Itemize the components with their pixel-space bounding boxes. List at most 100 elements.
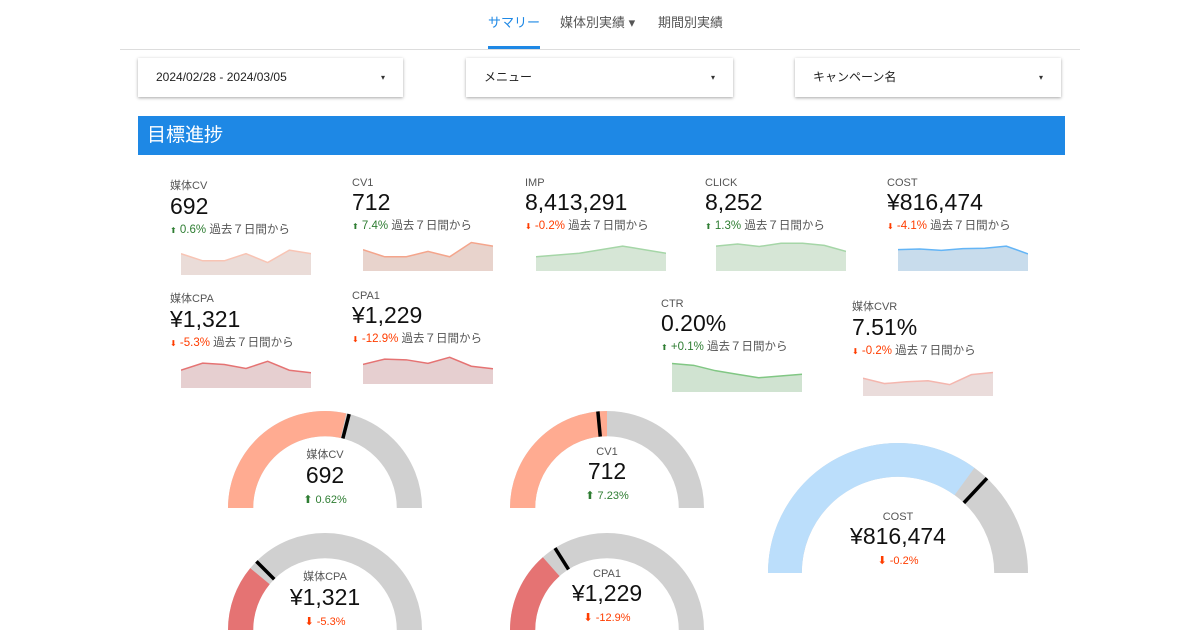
gauge-title: CPA1 <box>593 568 621 580</box>
arrow-down-icon: ⬇ <box>877 555 887 567</box>
kpi-change-value: 0.6% <box>179 224 207 236</box>
gauge-change-value: -12.9% <box>595 612 631 624</box>
campaign-dropdown[interactable]: キャンペーン名 ▾ <box>795 58 1061 97</box>
kpi-period: 過去７日間から <box>213 337 294 349</box>
tab-period-results[interactable]: 期間別実績 <box>658 15 723 49</box>
kpi-change-value: 1.3% <box>714 220 742 232</box>
kpi-change: ⬇ -4.1% 過去７日間から <box>887 217 1057 233</box>
kpi-period: 過去７日間から <box>930 220 1011 232</box>
kpi-value: ¥816,474 <box>887 189 983 215</box>
tab-summary[interactable]: サマリー <box>488 15 541 49</box>
kpi-value: ¥1,229 <box>352 302 423 328</box>
kpi-label: CPA1 <box>352 290 380 302</box>
gauge-label: CPA1 ¥1,229 ⬇ -12.9% <box>507 568 707 624</box>
kpi-label: COST <box>887 177 918 189</box>
gauge-label: CV1 712 ⬆ 7.23% <box>507 446 707 502</box>
divider <box>120 49 1080 50</box>
caret-down-icon: ▾ <box>1038 73 1043 82</box>
kpi-label: 媒体CV <box>170 180 208 192</box>
kpi-value: 7.51% <box>852 314 918 340</box>
kpi-label: 媒体CVR <box>852 301 898 313</box>
gauge-value: ¥1,229 <box>571 580 643 606</box>
kpi-change-value: 7.4% <box>361 220 389 232</box>
kpi-value: 712 <box>352 189 391 215</box>
arrow-down-icon: ⬇ <box>304 616 314 628</box>
arrow-up-icon: ⬆ <box>303 494 313 506</box>
menu-value: メニュー <box>484 70 533 84</box>
gauge-value: ¥816,474 <box>850 523 946 549</box>
kpi-change-value: +0.1% <box>670 341 704 353</box>
sparkline <box>898 245 1028 271</box>
gauge-change-value: -5.3% <box>316 616 346 628</box>
arrow-down-icon: ⬇ <box>852 347 859 356</box>
kpi-card: 媒体CVR 7.51% ⬇ -0.2% 過去７日間から <box>852 298 1022 396</box>
sparkline-area <box>672 363 802 392</box>
gauge-label: COST ¥816,474 ⬇ -0.2% <box>798 511 998 567</box>
gauge-value: 692 <box>305 462 345 488</box>
gauge-title: COST <box>882 511 914 523</box>
campaign-value: キャンペーン名 <box>813 70 897 84</box>
kpi-period: 過去７日間から <box>209 224 290 236</box>
kpi-card: IMP 8,413,291 ⬇ -0.2% 過去７日間から <box>525 177 695 271</box>
arrow-down-icon: ⬇ <box>583 612 593 624</box>
sparkline-area <box>898 246 1028 271</box>
caret-down-icon: ▾ <box>710 73 715 82</box>
sparkline <box>363 356 493 384</box>
kpi-card: CPA1 ¥1,229 ⬇ -12.9% 過去７日間から <box>352 290 522 384</box>
kpi-change-value: -0.2% <box>534 220 565 232</box>
kpi-card: 媒体CV 692 ⬆ 0.6% 過去７日間から <box>170 177 340 275</box>
kpi-change: ⬆ +0.1% 過去７日間から <box>661 338 831 354</box>
kpi-card: 媒体CPA ¥1,321 ⬇ -5.3% 過去７日間から <box>170 290 340 388</box>
kpi-change: ⬇ -0.2% 過去７日間から <box>525 217 695 233</box>
kpi-value: ¥1,321 <box>170 306 241 332</box>
kpi-label: IMP <box>525 177 545 189</box>
menu-dropdown[interactable]: メニュー ▾ <box>466 58 733 97</box>
sparkline <box>672 362 802 392</box>
kpi-change-value: -0.2% <box>861 345 892 357</box>
gauge-change: ⬇ -12.9% <box>507 611 707 624</box>
kpi-card: CTR 0.20% ⬆ +0.1% 過去７日間から <box>661 298 831 392</box>
gauge-change-value: -0.2% <box>889 555 919 567</box>
kpi-change: ⬆ 1.3% 過去７日間から <box>705 217 875 233</box>
kpi-period: 過去７日間から <box>568 220 649 232</box>
kpi-change-value: -4.1% <box>896 220 927 232</box>
kpi-period: 過去７日間から <box>744 220 825 232</box>
sparkline <box>863 371 993 396</box>
kpi-change: ⬆ 7.4% 過去７日間から <box>352 217 522 233</box>
kpi-label: CV1 <box>352 177 374 189</box>
arrow-down-icon: ⬇ <box>170 339 177 348</box>
kpi-value: 692 <box>170 193 209 219</box>
arrow-down-icon: ⬇ <box>352 335 359 344</box>
kpi-change: ⬇ -5.3% 過去７日間から <box>170 334 340 350</box>
gauge-label: 媒体CPA ¥1,321 ⬇ -5.3% <box>225 568 425 628</box>
tab-media-results[interactable]: 媒体別実績 ▾ <box>560 15 635 49</box>
gauge-change-value: 7.23% <box>597 490 629 502</box>
sparkline-area <box>363 357 493 384</box>
kpi-card: CLICK 8,252 ⬆ 1.3% 過去７日間から <box>705 177 875 271</box>
gauge-title: 媒体CPA <box>303 571 347 583</box>
sparkline <box>363 241 493 271</box>
sparkline-area <box>181 361 311 388</box>
arrow-down-icon: ⬇ <box>887 222 894 231</box>
kpi-change: ⬇ -0.2% 過去７日間から <box>852 342 1022 358</box>
gauge-change: ⬆ 0.62% <box>225 493 425 506</box>
gauge-value: ¥1,321 <box>289 584 361 610</box>
gauge-title: 媒体CV <box>306 449 344 461</box>
section-title: 目標進捗 <box>138 116 1065 155</box>
arrow-up-icon: ⬆ <box>585 490 595 502</box>
kpi-change: ⬇ -12.9% 過去７日間から <box>352 330 522 346</box>
sparkline <box>716 242 846 271</box>
sparkline-area <box>716 243 846 271</box>
kpi-change-value: -5.3% <box>179 337 210 349</box>
gauge-change: ⬇ -0.2% <box>798 554 998 567</box>
sparkline <box>181 360 311 388</box>
kpi-change: ⬆ 0.6% 過去７日間から <box>170 221 340 237</box>
kpi-value: 0.20% <box>661 310 727 336</box>
kpi-period: 過去７日間から <box>707 341 788 353</box>
sparkline <box>181 249 311 275</box>
kpi-label: CTR <box>661 298 684 310</box>
kpi-period: 過去７日間から <box>895 345 976 357</box>
arrow-up-icon: ⬆ <box>352 222 359 231</box>
sparkline-area <box>863 372 993 396</box>
date-range-dropdown[interactable]: 2024/02/28 - 2024/03/05 ▾ <box>138 58 403 97</box>
